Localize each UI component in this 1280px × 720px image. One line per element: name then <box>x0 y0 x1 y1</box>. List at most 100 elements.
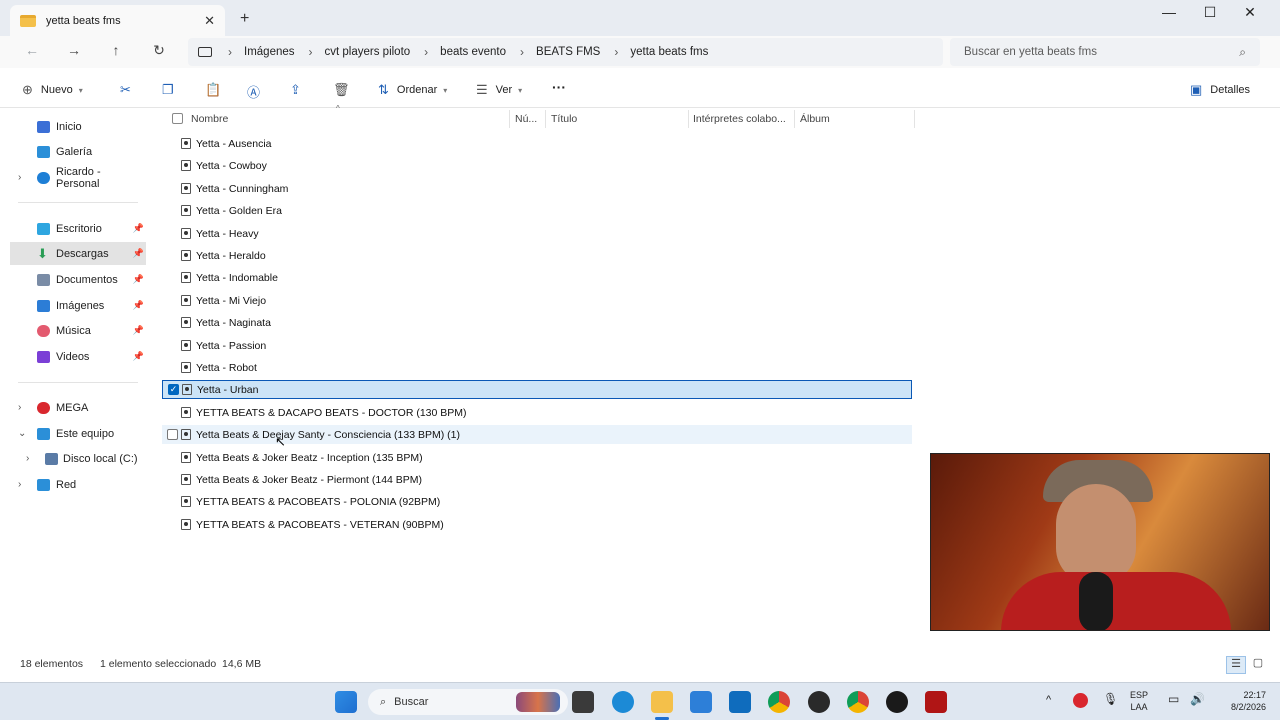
clock[interactable]: 22:17 8/2/2026 <box>1214 689 1266 713</box>
sidebar-item-disco-local[interactable]: › Disco local (C:) <box>10 447 146 470</box>
pin-icon[interactable]: 📌 <box>133 300 144 311</box>
back-arrow-icon[interactable]: ← <box>20 42 44 62</box>
microphone-icon[interactable]: 🎙 <box>1103 693 1118 705</box>
file-row[interactable]: Yetta - Naginata <box>162 313 912 332</box>
pin-icon[interactable]: 📌 <box>133 351 144 362</box>
details-view-icon[interactable]: ☰ <box>1226 656 1246 674</box>
breadcrumb-item[interactable]: Imágenes <box>244 46 295 58</box>
sidebar-item-descargas[interactable]: ⬇ Descargas 📌 <box>10 242 146 265</box>
breadcrumb-item[interactable]: BEATS FMS <box>536 46 600 58</box>
sidebar-item-musica[interactable]: Música 📌 <box>10 319 146 342</box>
cut-icon[interactable]: ✂ <box>120 82 131 98</box>
sidebar-item-onedrive[interactable]: › Ricardo - Personal <box>10 166 146 190</box>
file-row[interactable]: Yetta Beats & Joker Beatz - Piermont (14… <box>162 470 912 489</box>
chevron-right-icon[interactable]: › <box>18 402 21 413</box>
close-window-icon[interactable]: ✕ <box>1230 4 1270 21</box>
file-row[interactable]: Yetta Beats & Joker Beatz - Inception (1… <box>162 448 912 467</box>
column-divider[interactable] <box>794 110 795 128</box>
sidebar-item-documentos[interactable]: Documentos 📌 <box>10 268 146 291</box>
file-row[interactable]: Yetta - Passion <box>162 336 912 355</box>
column-divider[interactable] <box>509 110 510 128</box>
column-divider[interactable] <box>688 110 689 128</box>
up-arrow-icon[interactable]: ↑ <box>104 42 128 62</box>
chevron-up-icon[interactable]: ^ <box>1046 694 1051 706</box>
chrome-profile-icon[interactable] <box>847 691 869 713</box>
sidebar-item-mega[interactable]: › MEGA <box>10 396 146 419</box>
new-button[interactable]: ⊕ Nuevo ▾ <box>22 82 83 98</box>
sidebar-item-este-equipo[interactable]: ⌄ Este equipo <box>10 422 146 445</box>
language-indicator[interactable]: ESP LAA <box>1130 689 1148 713</box>
pin-icon[interactable]: 📌 <box>133 223 144 234</box>
chevron-right-icon[interactable]: › <box>18 479 21 490</box>
pin-icon[interactable]: 📌 <box>133 325 144 336</box>
select-all-checkbox[interactable] <box>172 113 183 124</box>
file-row[interactable]: Yetta - Cowboy <box>162 156 912 175</box>
taskbar-search[interactable]: ⌕ Buscar <box>368 689 568 715</box>
column-divider[interactable] <box>545 110 546 128</box>
sidebar-item-red[interactable]: › Red <box>10 473 146 496</box>
file-row[interactable]: Yetta - Robot <box>162 358 912 377</box>
file-row[interactable]: Yetta - Heavy <box>162 224 912 243</box>
new-tab-icon[interactable]: + <box>240 10 249 28</box>
file-explorer-icon[interactable] <box>651 691 673 713</box>
outlook-icon[interactable] <box>729 691 751 713</box>
media-player-icon[interactable] <box>886 691 908 713</box>
share-icon[interactable]: ⇪ <box>290 82 301 98</box>
recorder-icon[interactable] <box>925 691 947 713</box>
column-header-numero[interactable]: Nú... <box>515 113 537 125</box>
row-checkbox-checked[interactable]: ✓ <box>168 384 179 395</box>
column-header-titulo[interactable]: Título <box>551 113 577 125</box>
file-row[interactable]: YETTA BEATS & PACOBEATS - VETERAN (90BPM… <box>162 515 912 534</box>
app-icon[interactable] <box>808 691 830 713</box>
column-header-album[interactable]: Álbum <box>800 113 830 125</box>
address-bar[interactable]: › Imágenes › cvt players piloto › beats … <box>188 38 943 66</box>
close-tab-icon[interactable]: ✕ <box>204 13 215 29</box>
file-row[interactable]: Yetta - Ausencia <box>162 134 912 153</box>
sidebar-item-galeria[interactable]: Galería <box>10 140 146 163</box>
sidebar-item-imagenes[interactable]: Imágenes 📌 <box>10 294 146 317</box>
store-icon[interactable] <box>690 691 712 713</box>
column-header-interpretes[interactable]: Intérpretes colabo... <box>693 113 786 125</box>
column-divider[interactable] <box>914 110 915 128</box>
sidebar-item-videos[interactable]: Videos 📌 <box>10 345 146 368</box>
file-row[interactable]: Yetta - Heraldo <box>162 246 912 265</box>
view-button[interactable]: ☰ Ver ▾ <box>476 82 522 98</box>
breadcrumb-item[interactable]: yetta beats fms <box>630 46 708 58</box>
network-icon[interactable]: ▭ <box>1168 693 1179 705</box>
file-row[interactable]: YETTA BEATS & PACOBEATS - POLONIA (92BPM… <box>162 492 912 511</box>
pin-icon[interactable]: 📌 <box>133 248 144 259</box>
column-header-nombre[interactable]: Nombre <box>191 113 228 125</box>
sidebar-item-escritorio[interactable]: Escritorio 📌 <box>10 217 146 240</box>
chevron-right-icon[interactable]: › <box>18 172 21 183</box>
refresh-icon[interactable]: ↻ <box>147 42 171 62</box>
file-row[interactable]: YETTA BEATS & DACAPO BEATS - DOCTOR (130… <box>162 403 912 422</box>
chevron-right-icon[interactable]: › <box>26 453 29 464</box>
task-view-icon[interactable] <box>572 691 594 713</box>
forward-arrow-icon[interactable]: → <box>62 42 86 62</box>
edge-icon[interactable] <box>612 691 634 713</box>
more-options-icon[interactable]: ··· <box>552 79 566 95</box>
pin-icon[interactable]: 📌 <box>133 274 144 285</box>
paste-icon[interactable]: 📋 <box>205 82 221 98</box>
maximize-icon[interactable]: ☐ <box>1190 4 1230 21</box>
chevron-down-icon[interactable]: ⌄ <box>18 428 26 439</box>
file-row-selected[interactable]: ✓ Yetta - Urban <box>162 380 912 399</box>
tab-yetta-beats-fms[interactable]: yetta beats fms ✕ <box>10 5 225 36</box>
start-icon[interactable] <box>335 691 357 713</box>
file-row[interactable]: Yetta - Mi Viejo <box>162 291 912 310</box>
row-checkbox[interactable] <box>167 429 178 440</box>
delete-icon[interactable]: 🗑 <box>333 82 350 98</box>
chrome-icon[interactable] <box>768 691 790 713</box>
minimize-icon[interactable]: — <box>1149 4 1189 20</box>
sidebar-item-inicio[interactable]: Inicio <box>10 115 146 138</box>
file-row[interactable]: Yetta - Indomable <box>162 268 912 287</box>
breadcrumb-item[interactable]: beats evento <box>440 46 506 58</box>
search-input[interactable]: Buscar en yetta beats fms ⌕ <box>950 38 1260 66</box>
file-row[interactable]: Yetta - Golden Era <box>162 201 912 220</box>
breadcrumb-item[interactable]: cvt players piloto <box>325 46 411 58</box>
rename-icon[interactable]: Ⓐ <box>247 82 260 101</box>
copy-icon[interactable]: ❐ <box>162 82 174 98</box>
file-row[interactable]: Yetta - Cunningham <box>162 179 912 198</box>
mega-tray-icon[interactable] <box>1073 693 1088 708</box>
sort-button[interactable]: ⇅ Ordenar ▾ <box>378 82 447 98</box>
